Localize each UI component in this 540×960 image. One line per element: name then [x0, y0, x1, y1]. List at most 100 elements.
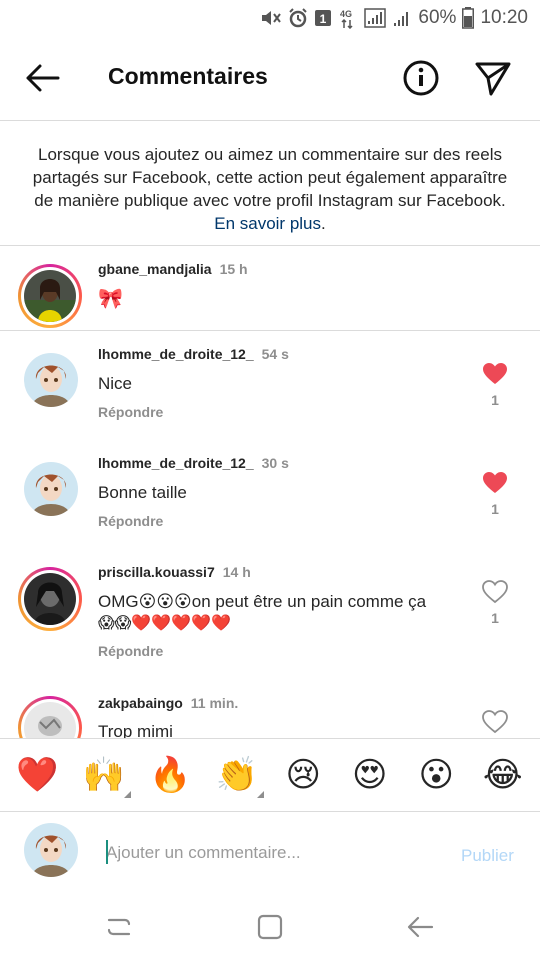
comment-text: Nice	[98, 374, 133, 393]
own-avatar	[24, 823, 78, 877]
notice-text: Lorsque vous ajoutez ou aimez un comment…	[32, 145, 508, 210]
avatar[interactable]	[18, 264, 82, 328]
reaction-surprised[interactable]: 😮	[411, 750, 461, 800]
home-button[interactable]	[254, 912, 286, 942]
alarm-icon	[288, 8, 308, 28]
comment-item: lhomme_de_droite_12_ 30 s Bonne taille Ré…	[0, 440, 540, 548]
like-count: 1	[491, 610, 499, 626]
back-nav-button[interactable]	[404, 912, 436, 942]
anime-avatar-image	[24, 462, 78, 516]
sim-badge-label: 1	[320, 12, 327, 26]
reaction-raised-hands-glyph: 🙌	[82, 755, 125, 795]
skin-tone-indicator-icon	[123, 791, 131, 798]
sim-badge-icon: 1	[314, 9, 332, 27]
reply-button[interactable]: Répondre	[98, 404, 163, 420]
clock: 10:20	[480, 7, 528, 28]
back-nav-icon	[407, 916, 434, 938]
comment-text: 🎀	[98, 288, 123, 310]
info-button[interactable]	[401, 58, 441, 98]
like-count: 1	[491, 501, 499, 517]
back-button[interactable]	[22, 60, 62, 96]
profile-photo	[24, 573, 76, 625]
heart-outline-icon	[482, 580, 508, 604]
comment-item: priscilla.kouassi7 14 h OMG😮😮😮on peut êtr…	[0, 549, 540, 677]
profile-photo	[24, 270, 76, 322]
anime-avatar-image	[24, 823, 78, 877]
reaction-raised-hands[interactable]: 🙌	[79, 750, 131, 800]
info-icon	[403, 60, 439, 96]
comment-time: 15 h	[219, 261, 248, 277]
system-navigation-bar	[0, 894, 540, 960]
comment-time: 11 min.	[190, 695, 239, 711]
reply-button[interactable]: Répondre	[98, 513, 163, 529]
battery-percent: 60%	[418, 7, 457, 28]
network-4g-icon: 4G	[338, 7, 358, 29]
page-title: Commentaires	[108, 63, 268, 89]
signal-icon	[364, 8, 387, 28]
anime-avatar-image	[24, 353, 78, 407]
facebook-sharing-notice: Lorsque vous ajoutez ou aimez un comment…	[30, 143, 510, 235]
heart-filled-icon	[483, 363, 507, 384]
status-bar: 1 4G 60% 10:20	[0, 0, 540, 36]
arrow-left-icon	[26, 64, 60, 92]
avatar[interactable]	[18, 696, 82, 738]
like-button[interactable]	[482, 362, 508, 386]
comment-text: Trop mimi	[98, 722, 173, 738]
comment-text: Bonne taille	[98, 483, 187, 502]
reaction-heart-eyes[interactable]: 😍	[345, 750, 395, 800]
comment-item: zakpabaingo 11 min. Trop mimi	[0, 678, 540, 738]
learn-more-link[interactable]: En savoir plus	[214, 214, 321, 233]
reaction-crying[interactable]: 😢	[278, 750, 328, 800]
comment-item: lhomme_de_droite_12_ 54 s Nice Répondre 1	[0, 331, 540, 439]
username-text[interactable]: gbane_mandjalia	[98, 261, 212, 277]
heart-outline-icon	[482, 710, 508, 734]
recents-button[interactable]	[103, 912, 135, 942]
avatar[interactable]	[24, 353, 78, 407]
username-text[interactable]: lhomme_de_droite_12_	[98, 346, 254, 362]
reaction-clapping[interactable]: 👏	[212, 750, 264, 800]
heart-filled-icon	[483, 472, 507, 493]
share-button[interactable]	[473, 58, 513, 98]
publish-button[interactable]: Publier	[461, 846, 514, 866]
notice-end: .	[321, 214, 326, 233]
comment-username[interactable]: lhomme_de_droite_12_ 54 s	[98, 346, 289, 362]
reply-button[interactable]: Répondre	[98, 643, 163, 659]
reaction-clapping-glyph: 👏	[215, 755, 258, 795]
mute-icon	[260, 9, 282, 27]
like-count: 1	[491, 392, 499, 408]
like-button[interactable]	[482, 580, 508, 604]
paper-plane-icon	[475, 62, 511, 96]
comment-time: 14 h	[222, 564, 251, 580]
signal-2-icon	[392, 8, 412, 28]
comment-text-line-1: OMG😮😮😮on peut être un pain comme ça	[98, 592, 427, 611]
reaction-laughing[interactable]: 😂	[478, 750, 528, 800]
comment-composer: Publier	[0, 812, 540, 894]
divider	[0, 120, 540, 121]
comment-input[interactable]	[106, 840, 436, 866]
comment-username[interactable]: gbane_mandjalia 15 h	[98, 261, 248, 277]
comment-item: gbane_mandjalia 15 h 🎀	[0, 246, 540, 330]
like-button[interactable]	[482, 471, 508, 495]
comment-username[interactable]: zakpabaingo 11 min.	[98, 695, 238, 711]
text-caret	[106, 840, 108, 864]
avatar[interactable]	[24, 462, 78, 516]
reaction-fire[interactable]: 🔥	[145, 750, 195, 800]
skin-tone-indicator-icon	[256, 791, 264, 798]
avatar[interactable]	[18, 567, 82, 631]
reaction-heart[interactable]: ❤️	[12, 750, 62, 800]
profile-photo	[24, 702, 76, 738]
header: Commentaires	[0, 36, 540, 120]
like-button[interactable]	[482, 710, 508, 734]
recents-icon	[107, 918, 131, 936]
comment-username[interactable]: priscilla.kouassi7 14 h	[98, 564, 251, 580]
username-text[interactable]: lhomme_de_droite_12_	[98, 455, 254, 471]
home-icon	[257, 914, 283, 940]
username-text[interactable]: priscilla.kouassi7	[98, 564, 215, 580]
network-label: 4G	[340, 9, 352, 19]
quick-reactions-bar: ❤️ 🙌 🔥 👏 😢 😍 😮 😂	[0, 738, 540, 812]
username-text[interactable]: zakpabaingo	[98, 695, 183, 711]
comment-time: 54 s	[261, 346, 289, 362]
comment-username[interactable]: lhomme_de_droite_12_ 30 s	[98, 455, 289, 471]
comment-text-line-2: 😱😱❤️❤️❤️❤️❤️	[98, 615, 231, 632]
comment-time: 30 s	[261, 455, 289, 471]
